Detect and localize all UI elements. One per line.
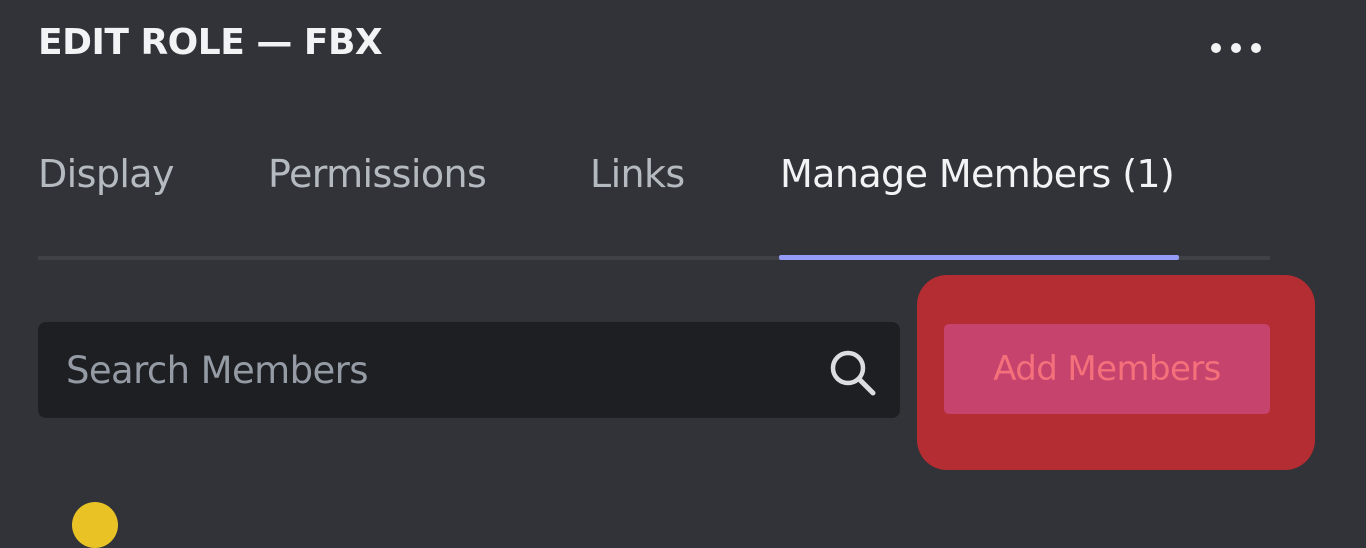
search-icon[interactable]	[826, 346, 878, 398]
page-title: EDIT ROLE — FBX	[38, 22, 383, 63]
tab-permissions[interactable]: Permissions	[268, 152, 487, 260]
more-options-button[interactable]	[1206, 34, 1266, 62]
more-horizontal-icon	[1211, 43, 1261, 53]
tab-bar: Display Permissions Links Manage Members…	[38, 152, 1270, 262]
tab-links[interactable]: Links	[590, 152, 685, 260]
active-tab-indicator	[779, 255, 1179, 260]
search-box[interactable]	[38, 322, 900, 418]
tab-display[interactable]: Display	[38, 152, 174, 260]
member-avatar[interactable]	[72, 502, 118, 548]
tab-manage-members[interactable]: Manage Members (1)	[780, 152, 1175, 260]
add-members-button[interactable]: Add Members	[944, 324, 1270, 414]
search-members-input[interactable]	[38, 322, 798, 418]
